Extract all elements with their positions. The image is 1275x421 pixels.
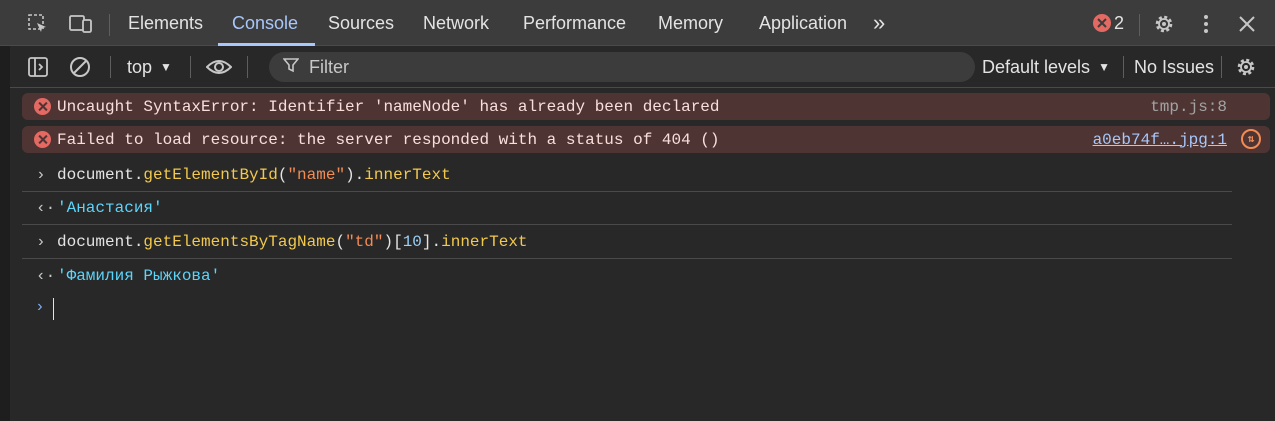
tab-application[interactable]: Application [759,0,847,46]
error-count-icon[interactable] [1093,14,1111,32]
input-chevron-icon: › [36,166,46,184]
tab-label: Console [232,12,299,33]
log-levels-dropdown[interactable]: Default levels ▼ [982,46,1110,88]
code-token: . [133,233,144,251]
console-settings-gear-icon[interactable] [1234,55,1258,79]
error-text: Failed to load resource: the server resp… [57,130,720,149]
log-levels-label: Default levels [982,56,1091,77]
left-edge [0,0,10,421]
result-arrow-icon: ‹· [36,199,56,217]
result-value: 'Фамилия Рыжкова' [57,266,221,285]
issues-button[interactable]: No Issues [1134,46,1214,88]
console-input-line[interactable]: › document.getElementsByTagName("td")[10… [22,226,1232,259]
code-token: 10 [402,233,422,251]
code-token: . [133,166,144,184]
network-request-icon[interactable]: ⇅ [1241,129,1261,149]
toolbar-separator [190,56,191,78]
tab-sources[interactable]: Sources [328,0,394,46]
console-result-line[interactable]: ‹· 'Анастасия' [22,192,1232,225]
context-selector[interactable]: top ▼ [127,46,172,88]
caret-down-icon: ▼ [160,60,172,74]
code-token: "td" [345,233,384,251]
code-token: document [57,233,134,251]
toolbar-separator [1123,56,1124,78]
code-token: ) [383,233,394,251]
devtools-tabbar: Elements Console Sources Network Perform… [0,0,1275,46]
filter-input[interactable] [309,56,949,78]
error-text: Uncaught SyntaxError: Identifier 'nameNo… [57,97,720,116]
console-toolbar: top ▼ Default levels ▼ No Issues [10,46,1275,88]
code-token: ( [335,233,346,251]
console-error-message: Failed to load resource: the server resp… [22,126,1270,153]
settings-gear-icon[interactable] [1152,12,1176,36]
tabbar-separator [1139,14,1140,36]
error-source-link[interactable]: a0eb74f….jpg:1 [1093,131,1227,149]
console-error-message: Uncaught SyntaxError: Identifier 'nameNo… [22,93,1270,120]
clear-console-icon[interactable] [68,55,92,79]
tab-label: Memory [658,12,724,33]
code-token: ] [421,233,432,251]
tab-elements[interactable]: Elements [128,0,203,46]
code-token: ( [277,166,288,184]
toolbar-separator [110,56,111,78]
console-input-cursor[interactable] [53,298,54,320]
close-icon[interactable] [1236,13,1258,35]
filter-funnel-icon [282,57,300,78]
toolbar-separator [1221,56,1222,78]
code-token: ) [345,166,355,184]
tab-console[interactable]: Console [232,0,298,46]
more-tabs-button[interactable]: » [873,0,885,46]
tab-label: Network [423,12,490,33]
context-label: top [127,56,153,77]
tab-label: Sources [328,12,395,33]
console-input-line[interactable]: › document.getElementById("name").innerT… [22,159,1232,192]
tab-performance[interactable]: Performance [523,0,626,46]
code-token: "name" [287,166,346,184]
tab-label: Elements [128,12,204,33]
console-result-line[interactable]: ‹· 'Фамилия Рыжкова' [22,259,1232,292]
error-source-link[interactable]: tmp.js:8 [1150,98,1227,116]
tab-memory[interactable]: Memory [658,0,723,46]
tabbar-separator [109,14,110,36]
tab-label: Application [759,12,848,33]
tab-network[interactable]: Network [423,0,489,46]
code-token: [ [393,233,403,251]
device-toolbar-icon[interactable] [68,12,94,36]
error-count[interactable]: 2 [1114,0,1124,46]
error-count-label: 2 [1114,12,1125,33]
code-token: innerText [364,166,451,184]
code-token: getElementById [143,166,278,184]
code-token: getElementsByTagName [143,233,336,251]
caret-down-icon: ▼ [1098,60,1110,74]
toolbar-separator [247,56,248,78]
filter-field[interactable] [269,52,975,82]
eye-icon[interactable] [205,55,233,79]
console-prompt-icon: › [35,298,45,316]
more-options-icon[interactable] [1196,12,1216,36]
code-token: . [354,166,365,184]
code-token: document [57,166,134,184]
error-icon [34,98,51,115]
result-arrow-icon: ‹· [36,266,56,285]
chevron-double-right-icon: » [873,10,886,35]
inspect-element-icon[interactable] [26,12,50,36]
result-value: 'Анастасия' [57,199,163,217]
code-token: innerText [441,233,528,251]
input-chevron-icon: › [36,233,46,251]
tab-label: Performance [523,12,627,33]
error-icon [34,131,51,148]
sidebar-toggle-icon[interactable] [26,55,50,79]
issues-label: No Issues [1134,56,1215,77]
code-token: . [431,233,442,251]
